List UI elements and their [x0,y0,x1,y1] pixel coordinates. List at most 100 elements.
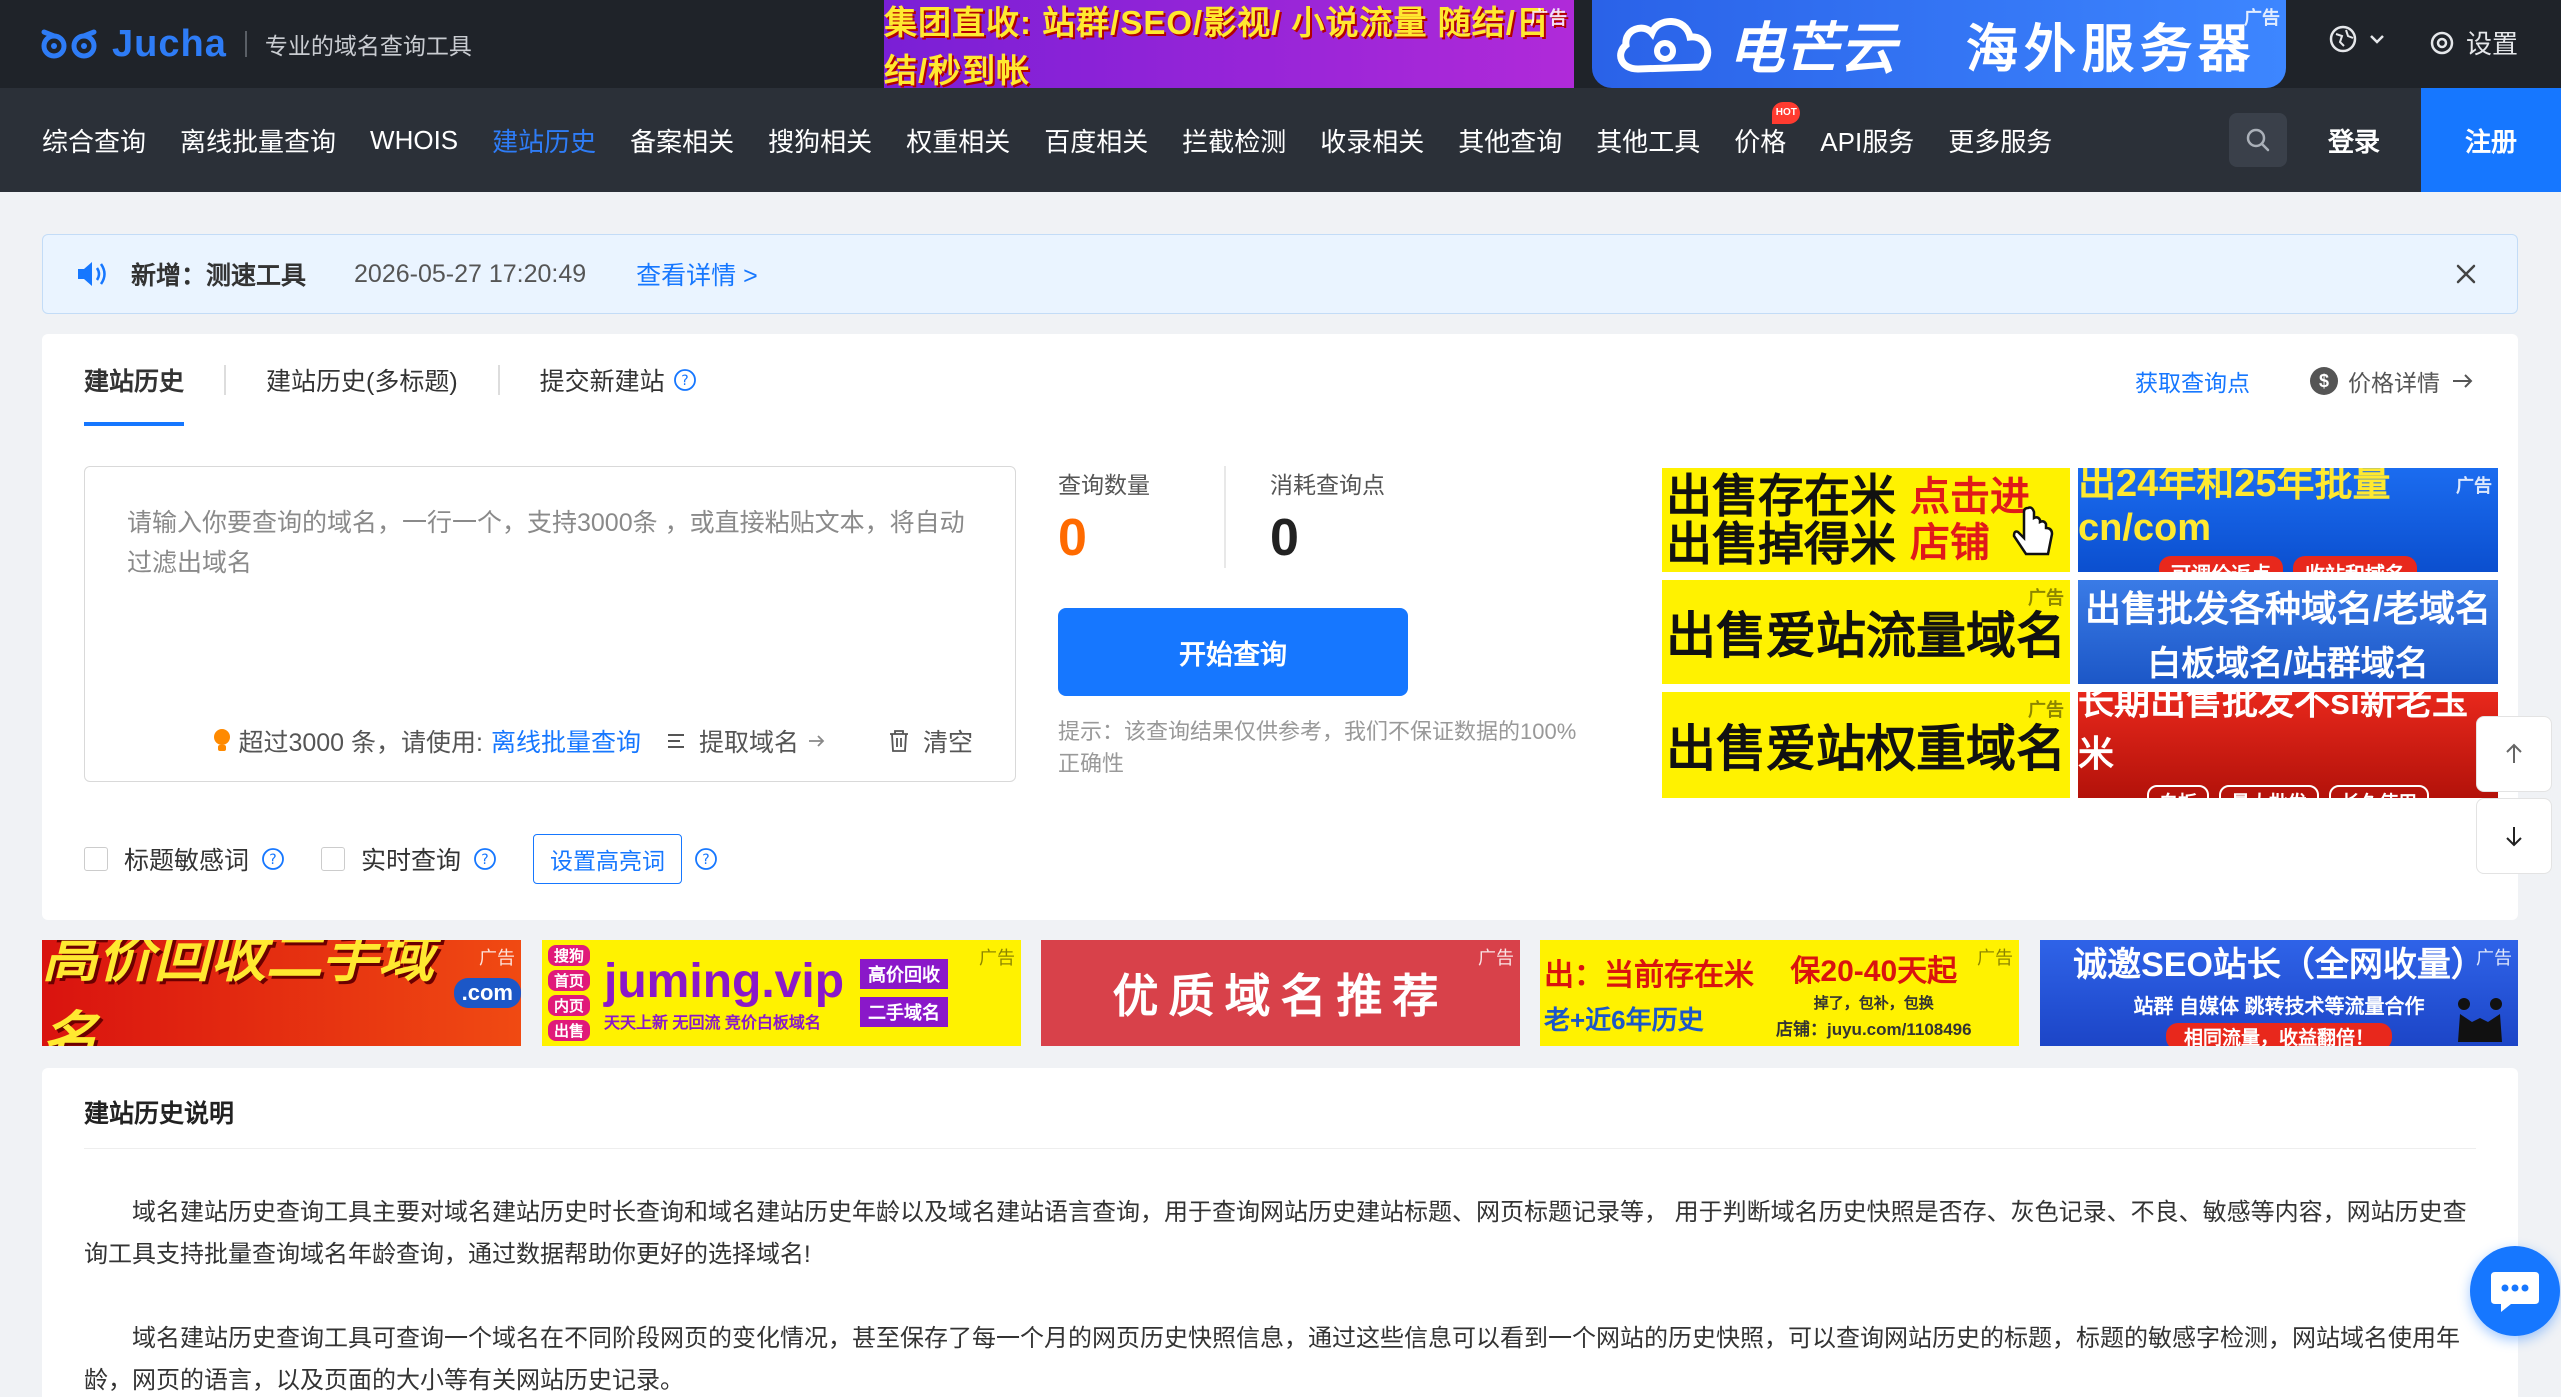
realtime-checkbox[interactable] [321,847,346,871]
nav-item-block-check[interactable]: 拦截检测 [1182,122,1286,159]
nav-item-more[interactable]: 更多服务 [1948,122,2052,159]
logo[interactable]: Jucha 专业的域名查询工具 [40,20,472,68]
points-cost-stat: 消耗查询点 0 [1226,466,1385,568]
ad-long-term-domains[interactable]: 长期出售批发不si新老玉米 白板 量大批发 长久使用 [2078,692,2498,798]
ad-sell-domains-shop[interactable]: 出售存在米 出售掉得米 点击进 店铺 [1662,468,2070,572]
title-sensitive-checkbox[interactable] [84,847,108,871]
nav-item-sogou[interactable]: 搜狗相关 [768,122,872,159]
banner-recycle-domains[interactable]: 高价回收二手域名 .com 广告 [42,940,521,1046]
settings-button[interactable]: 设置 [2428,24,2518,61]
get-points-link[interactable]: 获取查询点 [2135,364,2250,398]
nav-item-other-tools[interactable]: 其他工具 [1596,122,1700,159]
extract-domain-button[interactable]: 提取域名 [665,723,827,759]
top-bar: Jucha 专业的域名查询工具 集团直收: 站群/SEO/影视/ 小说流量 随结… [0,0,2561,89]
tab-site-history-multi[interactable]: 建站历史(多标题) [266,334,458,426]
ad-sell-weight-domains[interactable]: 出售爱站权重域名 广告 [1662,692,2070,798]
search-icon [2246,128,2270,152]
gear-icon [2430,31,2454,54]
nav-item-weight[interactable]: 权重相关 [906,122,1010,159]
arrow-right-icon [808,735,825,747]
banner-tag: 出售 [548,1020,591,1041]
help-icon[interactable]: ? [694,847,718,871]
query-count-label: 查询数量 [1058,472,1150,498]
banner-seo-webmaster[interactable]: 诚邀SEO站长（全网收量） 站群 自媒体 跳转技术等流量合作 相同流量，收益翻倍… [2040,940,2518,1046]
top-ad-cloud[interactable]: 电芒云 海外服务器 广告 [1592,0,2286,88]
nav-item-baidu[interactable]: 百度相关 [1044,122,1148,159]
scroll-bottom-button[interactable] [2476,798,2552,874]
nav-item-price[interactable]: 价格 HOT [1734,101,1801,159]
login-button[interactable]: 登录 [2328,88,2380,192]
ad-label: 广告 [2028,700,2064,720]
banner-tag: 搜狗 [548,945,591,966]
ad-line: 出售爱站权重域名 [1666,721,2066,777]
chevron-down-icon [2370,35,2384,44]
nav-item-overview[interactable]: 综合查询 [42,122,146,159]
trash-icon [889,730,908,752]
banner-text: 店铺：juyu.com/1108496 [1776,1020,1972,1039]
nav-item-whois[interactable]: WHOIS [370,125,458,156]
language-switch[interactable] [2328,24,2388,54]
tab-site-history[interactable]: 建站历史 [84,334,185,426]
banner-row: 高价回收二手域名 .com 广告 搜狗 首页 内页 出售 juming.vip … [42,940,2518,1046]
price-detail-label: 价格详情 [2348,370,2440,396]
banner-text: 站群 自媒体 跳转技术等流量合作 [2133,995,2425,1018]
nav-item-index[interactable]: 收录相关 [1320,122,1424,159]
realtime-option[interactable]: 实时查询 ? [321,841,497,877]
help-icon[interactable]: ? [673,368,697,392]
notice-detail-link[interactable]: 查看详情 > [636,256,758,292]
nav-search-button[interactable] [2229,113,2287,167]
ad-label: 广告 [2028,588,2064,608]
ad-bulk-cn-com[interactable]: 出24年和25年批量cn/com 可调价返点 收站和域名 广告 [2078,468,2498,572]
ad-line: 出售批发各种域名/老域名 [2084,587,2491,629]
nav-item-api[interactable]: API服务 [1820,122,1914,159]
offline-batch-link[interactable]: 离线批量查询 [491,723,641,759]
chat-button[interactable] [2470,1246,2560,1336]
top-ad-cloud-brand: 电芒云 [1728,16,1896,80]
description-paragraph: 域名建站历史查询工具主要对域名建站历史时长查询和域名建站历史年龄以及域名建站语言… [84,1199,2467,1268]
title-sensitive-option[interactable]: 标题敏感词 ? [84,841,285,877]
ad-line: 长期出售批发不si新老玉米 [2078,692,2469,774]
nav-item-other-query[interactable]: 其他查询 [1458,122,1562,159]
banner-quality-domains[interactable]: 优质域名推荐 广告 [1041,940,1520,1046]
realtime-label: 实时查询 [361,847,462,875]
help-icon[interactable]: ? [261,847,285,871]
price-detail-link[interactable]: $ 价格详情 [2310,364,2476,398]
nav-item-price-label: 价格 [1734,126,1787,157]
svg-text:?: ? [702,852,709,868]
bulb-icon [214,729,231,751]
scroll-top-button[interactable] [2476,716,2552,792]
tab-submit-site[interactable]: 提交新建站 ? [540,334,697,426]
ad-label: 广告 [2244,8,2280,28]
help-icon[interactable]: ? [473,847,497,871]
banner-text: 保20-40天起 [1790,955,1958,988]
handshake-icon [2458,998,2502,1042]
banner-text: 天天上新 无回流 竞价白板域名 [604,1014,821,1032]
description-paragraph: 域名建站历史查询工具可查询一个域名在不同阶段网页的变化情况，甚至保存了每一个月的… [84,1325,2460,1394]
nav-item-offline-batch[interactable]: 离线批量查询 [180,122,336,159]
ad-sell-traffic-domains[interactable]: 出售爱站流量域名 广告 [1662,580,2070,684]
notice-time: 2026-05-27 17:20:49 [354,259,587,288]
title-sensitive-label: 标题敏感词 [124,847,250,875]
domain-input[interactable] [85,467,1015,707]
ad-label: 广告 [1530,8,1568,28]
nav-item-site-history[interactable]: 建站历史 [492,122,596,159]
ad-line: 出售掉得米 [1666,518,1896,570]
highlight-words-button[interactable]: 设置高亮词 [533,834,683,884]
ad-line: 出售存在米 [1666,470,1896,522]
top-ad-collect[interactable]: 集团直收: 站群/SEO/影视/ 小说流量 随结/日结/秒到帐 广告 [884,0,1574,89]
query-count-stat: 查询数量 0 [1058,466,1226,568]
ad-pill: 收站和域名 [2293,555,2417,572]
banner-juming[interactable]: 搜狗 首页 内页 出售 juming.vip 天天上新 无回流 竞价白板域名 高… [542,940,1021,1046]
domain-input-box: 超过3000 条，请使用: 离线批量查询 提取域名 清空 [84,466,1016,782]
banner-text: juming.vip [604,954,845,1008]
banner-existing-domains[interactable]: 出：当前存在米 老+近6年历史 保20-40天起 掉了，包补，包换 店铺：juy… [1540,940,2019,1046]
clear-button[interactable]: 清空 [887,723,973,759]
banner-tag: 二手域名 [860,997,949,1027]
banner-text: 高价回收二手域名 [42,940,434,1046]
register-button[interactable]: 注册 [2421,88,2561,192]
nav-item-icp[interactable]: 备案相关 [630,122,734,159]
ad-wholesale-domains[interactable]: 出售批发各种域名/老域名 白板域名/站群域名 [2078,580,2498,684]
ad-line: 出24年和25年批量cn/com [2078,468,2391,549]
close-icon[interactable] [2451,259,2481,289]
start-query-button[interactable]: 开始查询 [1058,608,1408,696]
